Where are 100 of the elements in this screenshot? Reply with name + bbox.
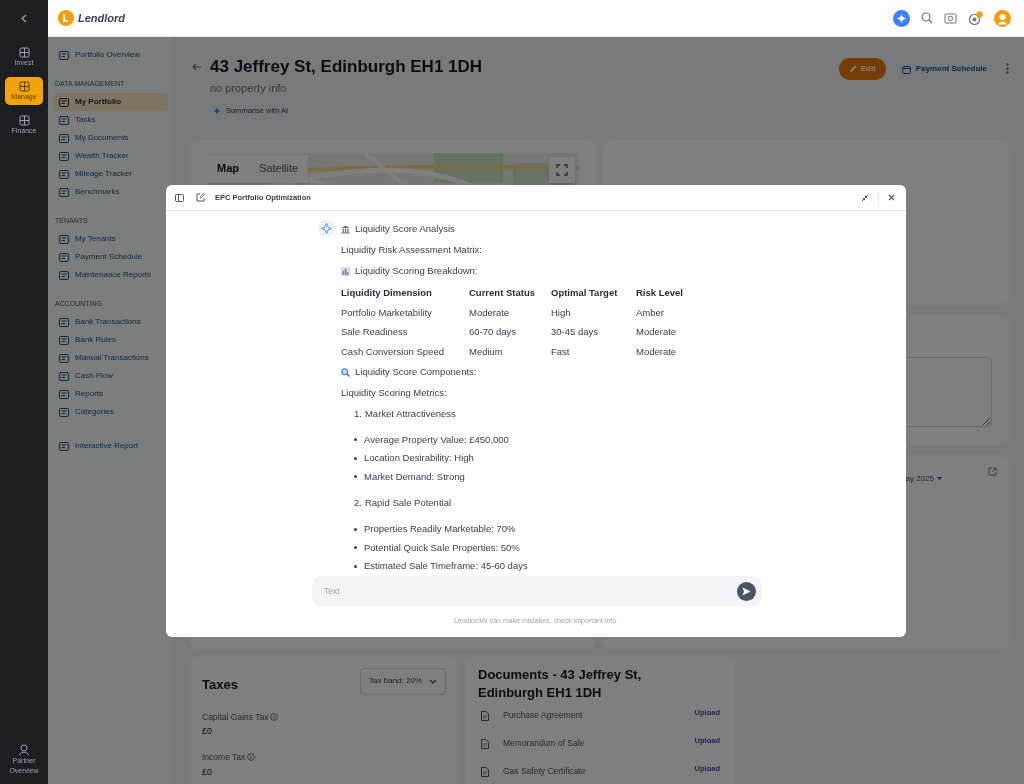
list-item-text: Properties Readily Marketable: 70% <box>364 522 516 537</box>
close-icon[interactable] <box>888 194 895 201</box>
card-title: Documents - 43 Jeffrey St, Edinburgh EH1 1DH <box>478 665 643 702</box>
collapse-icon[interactable] <box>20 14 28 23</box>
table-cell-text: Amber <box>636 305 665 320</box>
sidebar-item[interactable]: Manual Transactions <box>54 349 168 367</box>
table-cell-text: Cash Conversion Speed <box>341 344 445 359</box>
message-text: Liquidity Scoring Metrics: <box>341 385 447 400</box>
list-icon <box>59 151 69 161</box>
bank-icon <box>341 225 350 234</box>
sidebar-item[interactable]: Tasks <box>54 111 168 129</box>
bar-chart-icon <box>341 267 350 276</box>
sidebar-item[interactable]: Interactive Report <box>54 437 168 455</box>
edit-button[interactable]: Edit <box>838 58 886 80</box>
map-type-tab[interactable]: Satellite <box>249 154 309 183</box>
table-cell-text: Medium <box>469 344 504 359</box>
table-cell-text: 30-45 days <box>551 325 599 340</box>
table-cell-text: High <box>551 305 572 320</box>
list-icon <box>59 389 69 399</box>
sidebar-item[interactable]: Benchmarks <box>54 183 168 201</box>
fullscreen-icon <box>556 163 568 176</box>
list-item-text: Location Desirability: High <box>364 451 474 466</box>
document-icon <box>481 710 489 721</box>
list-number: 2. <box>354 496 362 511</box>
grid-icon <box>18 115 30 126</box>
tax-band-select[interactable]: Tax band: 20% <box>360 667 446 695</box>
document-name: Gas Safety Certificate <box>503 765 587 778</box>
sidebar-item[interactable]: Payment Schedule <box>54 248 168 266</box>
list-icon <box>59 50 69 60</box>
sidebar-item[interactable]: Reports <box>54 385 168 403</box>
list-icon <box>59 169 69 179</box>
tax-value: £0 <box>202 765 213 779</box>
table-cell-text: Fast <box>551 344 571 359</box>
table-cell-text: Moderate <box>636 344 678 359</box>
section-heading: Liquidity Score Analysis <box>355 222 455 237</box>
column-header: Current Status <box>469 285 536 300</box>
sidebar-item[interactable]: Portfolio Overview <box>54 46 168 64</box>
list-item-text: Average Property Value: £450,000 <box>364 432 509 447</box>
notification-icon[interactable] <box>968 10 983 26</box>
sidebar-item[interactable]: Cash Flow <box>54 367 168 385</box>
list-icon <box>59 252 69 262</box>
list-icon <box>59 407 69 417</box>
search-icon[interactable] <box>921 12 933 24</box>
sidebar-item[interactable]: Wealth Tracker <box>54 147 168 165</box>
map-type-tab[interactable]: Map <box>207 154 249 183</box>
sparkle-icon[interactable] <box>893 9 910 27</box>
sidebar-item[interactable]: Mileage Tracker <box>54 165 168 183</box>
sidebar-item[interactable]: Bank Rules <box>54 331 168 349</box>
back-arrow-icon[interactable] <box>192 63 202 71</box>
document-icon <box>481 738 489 749</box>
external-link-icon[interactable] <box>988 466 997 476</box>
avatar-icon[interactable] <box>994 9 1011 27</box>
message-field[interactable]: Text <box>312 576 762 606</box>
calendar-icon <box>901 64 911 74</box>
list-icon <box>59 335 69 345</box>
table-cell-text: Moderate <box>636 325 678 340</box>
fullscreen-button[interactable] <box>549 156 575 183</box>
list-icon <box>59 353 69 363</box>
list-item-text: Market Attractiveness <box>364 406 456 421</box>
sidebar-toggle-icon[interactable] <box>175 193 184 202</box>
sparkle-icon <box>213 106 221 115</box>
section-heading: Liquidity Scoring Breakdown: <box>355 264 478 279</box>
list-item-text: Potential Quick Sale Properties: 50% <box>364 540 520 555</box>
logo-text: Lendlord <box>78 10 126 26</box>
message-text: Liquidity Risk Assessment Matrix: <box>341 243 482 258</box>
sidebar-item[interactable]: Bank Transactions <box>54 313 168 331</box>
more-options-icon[interactable] <box>1006 63 1009 74</box>
list-number: 1. <box>354 406 362 421</box>
grid-icon <box>18 81 30 92</box>
info-icon[interactable] <box>270 712 279 721</box>
sidebar-item[interactable]: Maintenance Reports <box>54 266 168 284</box>
list-icon <box>59 317 69 327</box>
logo-icon <box>58 10 74 26</box>
info-icon[interactable] <box>247 753 256 762</box>
list-item-text: Market Demand: Strong <box>364 469 465 484</box>
edit-icon[interactable] <box>196 193 205 202</box>
document-icon <box>481 766 489 777</box>
column-header: Liquidity Dimension <box>341 285 433 300</box>
assistant-avatar-icon <box>318 220 335 237</box>
caret-icon <box>937 477 942 480</box>
sidebar-item[interactable]: My Documents <box>54 129 168 147</box>
date-select[interactable]: ay 2025 <box>905 472 942 485</box>
table-cell-text: Sale Readiness <box>341 325 409 340</box>
tax-value: £0 <box>202 725 213 739</box>
sidebar-item[interactable]: My Portfolio <box>54 93 168 111</box>
minimize-icon[interactable] <box>861 193 869 202</box>
tax-label: Capital Gains Tax <box>202 710 269 724</box>
list-icon <box>59 234 69 244</box>
table-cell-text: Moderate <box>469 305 511 320</box>
sidebar-item[interactable]: Categories <box>54 403 168 421</box>
document-name: Purchase Agreement <box>503 709 584 722</box>
section-heading: Liquidity Score Components: <box>355 364 477 379</box>
property-title: 43 Jeffrey St, Edinburgh EH1 1DH <box>210 57 483 77</box>
camera-icon[interactable] <box>944 12 957 24</box>
column-header: Optimal Target <box>551 285 619 300</box>
send-icon <box>742 586 751 596</box>
tax-label: Income Tax <box>202 750 246 764</box>
list-icon <box>59 187 69 197</box>
sidebar-item[interactable]: My Tenants <box>54 230 168 248</box>
pencil-icon <box>848 65 857 73</box>
